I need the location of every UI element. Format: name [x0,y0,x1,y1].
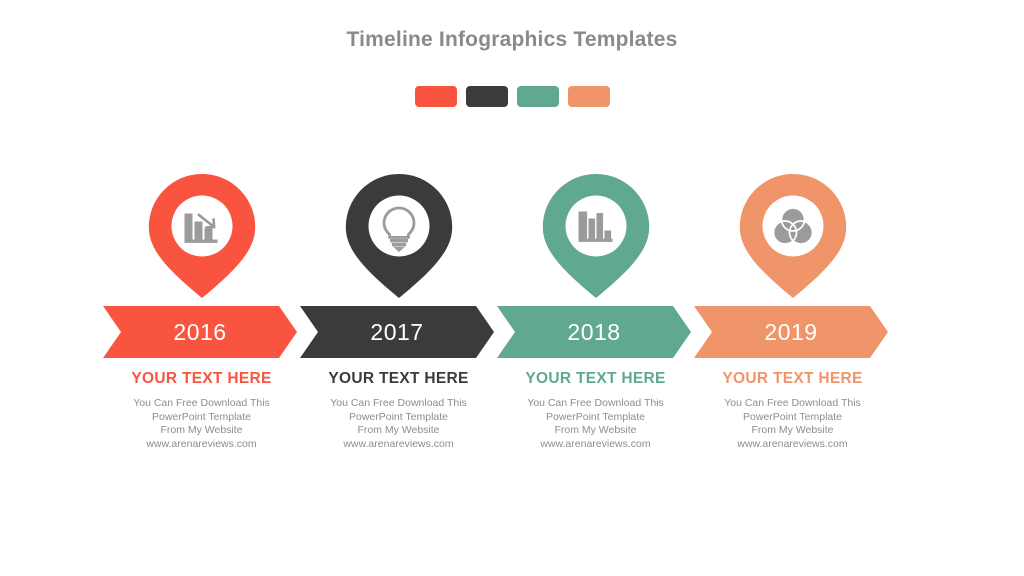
chevron-2019[interactable]: 2019 [694,306,906,358]
chevron-2016[interactable]: 2016 [103,306,315,358]
body-line: You Can Free Download This [724,397,861,409]
body-line: You Can Free Download This [527,397,664,409]
map-pin-2016[interactable] [146,172,258,300]
text-heading-2016: YOUR TEXT HERE [131,370,272,387]
timeline-item-2017: 2017 YOUR TEXT HERE You Can Free Downloa… [300,0,497,576]
declining-bar-chart-icon [176,200,228,252]
year-label-2016: 2016 [173,318,227,345]
body-line: PowerPoint Template [348,410,449,423]
timeline-item-2016: 2016 YOUR TEXT HERE You Can Free Downloa… [103,0,300,576]
body-line: www.arenareviews.com [343,437,454,450]
body-line: You Can Free Download This [133,397,270,409]
year-label-2017: 2017 [370,318,424,345]
text-heading-2018: YOUR TEXT HERE [525,370,666,387]
body-line: PowerPoint Template [151,410,252,423]
body-line: www.arenareviews.com [146,437,257,450]
text-body-2019: You Can Free Download This PowerPoint Te… [692,397,893,451]
body-line: From My Website [160,424,243,436]
text-heading-2017: YOUR TEXT HERE [328,370,469,387]
year-label-2019: 2019 [764,318,818,345]
body-line: www.arenareviews.com [540,437,651,450]
body-line: From My Website [357,424,440,436]
chevron-2018[interactable]: 2018 [497,306,709,358]
year-label-2018: 2018 [567,318,621,345]
timeline-item-2019: 2019 YOUR TEXT HERE You Can Free Downloa… [694,0,891,576]
venn-diagram-icon [767,200,819,252]
body-line: From My Website [751,424,834,436]
text-block-2016: YOUR TEXT HERE You Can Free Download Thi… [101,370,302,451]
map-pin-2017[interactable] [343,172,455,300]
body-line: From My Website [554,424,637,436]
map-pin-2019[interactable] [737,172,849,300]
text-body-2018: You Can Free Download This PowerPoint Te… [495,397,696,451]
text-body-2017: You Can Free Download This PowerPoint Te… [298,397,499,451]
body-line: PowerPoint Template [545,410,646,423]
text-block-2018: YOUR TEXT HERE You Can Free Download Thi… [495,370,696,451]
text-heading-2019: YOUR TEXT HERE [722,370,863,387]
timeline: 2016 YOUR TEXT HERE You Can Free Downloa… [0,0,1024,576]
text-block-2017: YOUR TEXT HERE You Can Free Download Thi… [298,370,499,451]
body-line: www.arenareviews.com [737,437,848,450]
map-pin-2018[interactable] [540,172,652,300]
body-line: You Can Free Download This [330,397,467,409]
timeline-item-2018: 2018 YOUR TEXT HERE You Can Free Downloa… [497,0,694,576]
text-block-2019: YOUR TEXT HERE You Can Free Download Thi… [692,370,893,451]
body-line: PowerPoint Template [742,410,843,423]
bar-chart-icon [570,200,622,252]
text-body-2016: You Can Free Download This PowerPoint Te… [101,397,302,451]
lightbulb-icon [373,200,425,252]
chevron-2017[interactable]: 2017 [300,306,512,358]
